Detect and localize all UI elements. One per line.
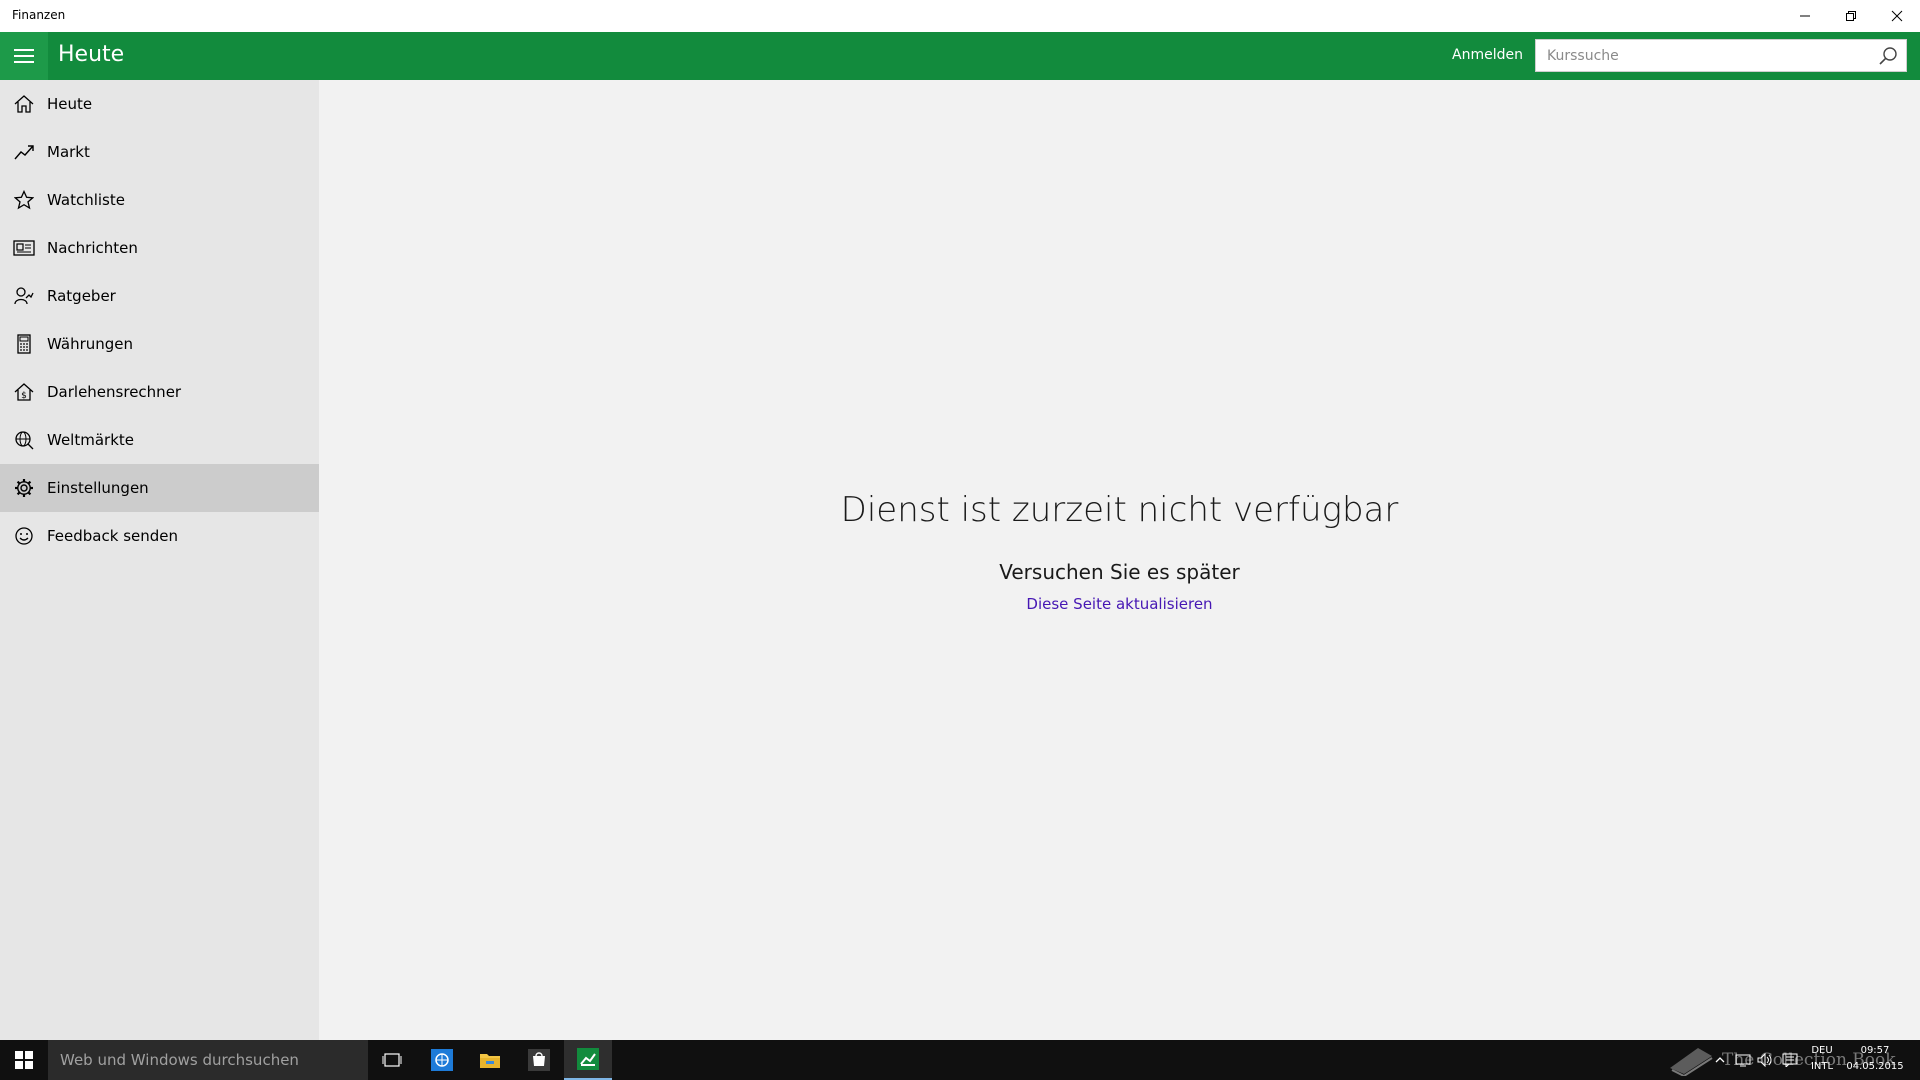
- window-title: Finanzen: [12, 8, 66, 22]
- star-icon: [0, 176, 48, 224]
- windows-logo-icon: [15, 1051, 33, 1069]
- error-subtitle: Versuchen Sie es später: [999, 560, 1240, 584]
- close-button[interactable]: [1874, 0, 1920, 32]
- volume-button[interactable]: [1754, 1040, 1776, 1080]
- trend-line-icon: [0, 128, 48, 176]
- task-view-icon: [382, 1053, 402, 1067]
- calculator-icon: [0, 320, 48, 368]
- store-icon: [528, 1049, 550, 1071]
- sidebar-item-watchliste[interactable]: Watchliste: [0, 176, 319, 224]
- action-center-button[interactable]: [1778, 1040, 1802, 1080]
- clock-date: 04.05.2015: [1846, 1061, 1904, 1072]
- hamburger-menu-button[interactable]: [0, 32, 48, 80]
- sidebar-item-label: Weltmärkte: [47, 431, 134, 449]
- taskbar-search: [48, 1040, 368, 1080]
- sidebar-item-label: Einstellungen: [47, 479, 149, 497]
- sidebar-item-ratgeber[interactable]: Ratgeber: [0, 272, 319, 320]
- sidebar-item-feedback[interactable]: Feedback senden: [0, 512, 319, 560]
- browser-button[interactable]: [418, 1040, 466, 1080]
- sidebar-item-label: Währungen: [47, 335, 134, 353]
- home-icon: [0, 80, 48, 128]
- network-icon: [1735, 1054, 1751, 1067]
- search-box: [1535, 39, 1907, 72]
- sidebar-item-label: Feedback senden: [47, 527, 179, 545]
- finance-app-button[interactable]: [564, 1040, 612, 1080]
- sidebar-item-label: Heute: [47, 95, 93, 113]
- sidebar-item-weltmaerkte[interactable]: Weltmärkte: [0, 416, 319, 464]
- sidebar-item-label: Nachrichten: [47, 239, 138, 257]
- restore-button[interactable]: [1828, 0, 1874, 32]
- chevron-up-icon: [1715, 1057, 1725, 1063]
- minimize-icon: [1800, 15, 1810, 17]
- close-icon: [1891, 10, 1903, 22]
- sidebar-item-nachrichten[interactable]: Nachrichten: [0, 224, 319, 272]
- language-code: DEU: [1811, 1045, 1833, 1056]
- message-icon: [1782, 1053, 1798, 1067]
- tray-chevron[interactable]: [1708, 1040, 1732, 1080]
- svg-text:$: $: [21, 391, 27, 401]
- hamburger-icon: [14, 49, 34, 63]
- sidebar-item-label: Ratgeber: [47, 287, 116, 305]
- advisor-icon: [0, 272, 48, 320]
- file-explorer-button[interactable]: [466, 1040, 514, 1080]
- title-bar: Finanzen: [0, 0, 1920, 32]
- sidebar-item-waehrungen[interactable]: Währungen: [0, 320, 319, 368]
- keyboard-layout: INTL: [1810, 1061, 1834, 1072]
- taskbar-clock[interactable]: 09:57 04.05.2015: [1846, 1043, 1904, 1075]
- globe-icon: [0, 416, 48, 464]
- sidebar: Heute Markt Watchliste Nachrichten Ratge…: [0, 80, 319, 1040]
- sidebar-item-darlehensrechner[interactable]: $ Darlehensrechner: [0, 368, 319, 416]
- store-button[interactable]: [515, 1040, 563, 1080]
- task-view-button[interactable]: [368, 1040, 416, 1080]
- volume-icon: [1757, 1053, 1772, 1067]
- app-header: Heute Anmelden: [0, 32, 1920, 80]
- gear-icon: [0, 464, 48, 512]
- restore-icon: [1846, 11, 1856, 21]
- browser-icon: [431, 1049, 453, 1071]
- error-title: Dienst ist zurzeit nicht verfügbar: [840, 490, 1399, 530]
- page-title: Heute: [58, 42, 125, 67]
- finance-app-icon: [577, 1048, 599, 1070]
- sidebar-item-label: Darlehensrechner: [47, 383, 182, 401]
- file-explorer-icon: [480, 1054, 500, 1068]
- sidebar-item-label: Markt: [47, 143, 90, 161]
- sidebar-item-einstellungen[interactable]: Einstellungen: [0, 464, 319, 512]
- smiley-icon: [0, 512, 48, 560]
- news-icon: [0, 224, 48, 272]
- search-icon[interactable]: [1878, 46, 1898, 66]
- sidebar-item-label: Watchliste: [47, 191, 125, 209]
- network-button[interactable]: [1732, 1040, 1754, 1080]
- taskbar-search-input[interactable]: [48, 1040, 368, 1080]
- minimize-button[interactable]: [1782, 0, 1828, 32]
- clock-time: 09:57: [1860, 1045, 1890, 1056]
- main-content: Dienst ist zurzeit nicht verfügbar Versu…: [319, 80, 1920, 1040]
- house-dollar-icon: $: [0, 368, 48, 416]
- sidebar-item-markt[interactable]: Markt: [0, 128, 319, 176]
- start-button[interactable]: [0, 1040, 48, 1080]
- sidebar-item-heute[interactable]: Heute: [0, 80, 319, 128]
- signin-link[interactable]: Anmelden: [1452, 47, 1523, 63]
- refresh-link[interactable]: Diese Seite aktualisieren: [319, 595, 1920, 613]
- input-language[interactable]: DEU INTL: [1805, 1043, 1839, 1075]
- taskbar: The Collection Book DEU INTL 09:57 04.05…: [0, 1040, 1920, 1080]
- search-input[interactable]: [1536, 40, 1866, 71]
